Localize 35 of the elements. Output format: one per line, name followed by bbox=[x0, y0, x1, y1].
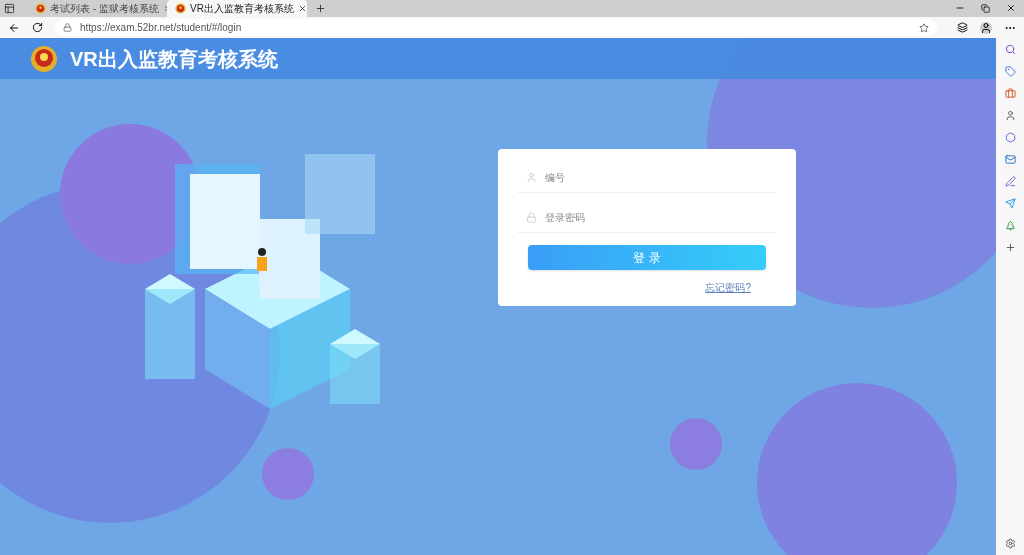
tab-actions-icon[interactable] bbox=[4, 3, 15, 14]
hexagon-icon[interactable] bbox=[1004, 132, 1016, 143]
favorite-icon[interactable] bbox=[919, 22, 929, 33]
forgot-password-link[interactable]: 忘记密码? bbox=[705, 280, 751, 295]
browser-tab[interactable]: VR出入监教育考核系统 bbox=[167, 0, 307, 17]
reload-icon[interactable] bbox=[32, 22, 43, 33]
settings-icon[interactable] bbox=[1004, 538, 1016, 549]
pen-icon[interactable] bbox=[1004, 176, 1016, 187]
address-bar[interactable]: https://exam.52br.net/student/#/login bbox=[55, 19, 937, 36]
profile-icon[interactable] bbox=[980, 21, 992, 34]
emblem-icon bbox=[175, 3, 186, 14]
lock-icon bbox=[63, 23, 72, 32]
close-icon[interactable] bbox=[297, 4, 307, 13]
send-icon[interactable] bbox=[1004, 198, 1016, 209]
tree-icon[interactable] bbox=[1004, 220, 1016, 231]
back-icon[interactable] bbox=[8, 21, 20, 34]
tab-title: VR出入监教育考核系统 bbox=[190, 3, 294, 14]
site-title: VR出入监教育考核系统 bbox=[70, 46, 278, 72]
new-tab-icon[interactable] bbox=[315, 3, 326, 14]
password-field[interactable]: 登录密码 bbox=[545, 210, 768, 225]
username-field[interactable]: 编号 bbox=[545, 170, 768, 185]
briefcase-icon[interactable] bbox=[1004, 88, 1016, 99]
emblem-icon bbox=[30, 44, 58, 73]
close-icon[interactable] bbox=[1006, 3, 1016, 13]
add-icon[interactable] bbox=[1004, 242, 1016, 253]
emblem-icon bbox=[35, 3, 46, 14]
user-icon bbox=[526, 172, 537, 183]
restore-icon[interactable] bbox=[981, 4, 990, 13]
lock-icon bbox=[526, 212, 537, 223]
collections-icon[interactable] bbox=[957, 22, 968, 33]
url-text: https://exam.52br.net/student/#/login bbox=[80, 21, 243, 35]
mail-icon[interactable] bbox=[1004, 154, 1016, 165]
search-icon[interactable] bbox=[1004, 44, 1016, 55]
person-icon[interactable] bbox=[1004, 110, 1016, 121]
tab-title: 考试列表 - 监狱考核系统 bbox=[50, 3, 159, 14]
